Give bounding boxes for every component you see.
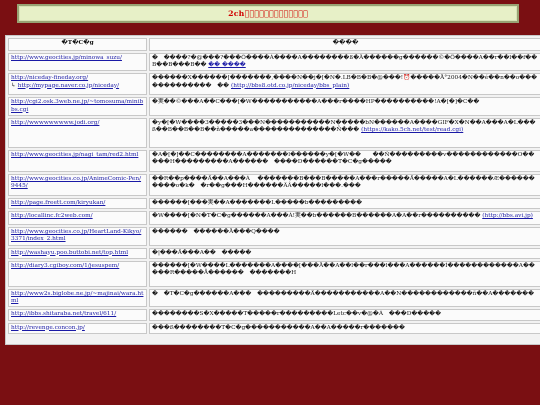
url-cell: http://diary3.cgiboy.com/1/jesuspem/ <box>8 260 147 287</box>
description-text: �A�[�]��C��������A�������l������y�[�W�� … <box>152 151 535 166</box>
url-cell: http://www.geocities.jp/minowa_suzu/ <box>8 53 147 72</box>
url-cell: http://ibbs.shitaraba.net/travel/611/ <box>8 309 147 321</box>
table-header-row: �T�C�g ���� <box>8 38 540 51</box>
description-cell: ������[�W����L�������A����[���Å��A��l��r… <box>149 260 540 287</box>
table-row: http://diary3.cgiboy.com/1/jesuspem/ ���… <box>8 260 540 287</box>
site-link[interactable]: http://www.geocities.jp/minowa_suzu/ <box>11 55 122 61</box>
table-row: http://www2s.biglobe.ne.jp/~majinai/wara… <box>8 288 540 308</box>
url-cell: http://washayu.poo.buttobi.net/top.html <box>8 247 147 259</box>
table-row: http://locallinc.fc2web.com/ �W����[�N�T… <box>8 211 540 226</box>
site-link[interactable]: http://page.freett.com/kiryukan/ <box>11 200 105 206</box>
table-row: http://cgi2.osk.3web.ne.jp/~tomosuma/min… <box>8 97 540 116</box>
description-text: ��������S�X�����T�����r���������Letc��v�… <box>152 311 442 318</box>
description-cell: ������ ������Å���Q���� <box>149 227 540 246</box>
url-cell: http://www2s.biglobe.ne.jp/~majinai/wara… <box>8 288 147 308</box>
table-row: http://washayu.poo.buttobi.net/top.html … <box>8 247 540 259</box>
url-cell: http://cgi2.osk.3web.ne.jp/~tomosuma/min… <box>8 97 147 116</box>
description-link[interactable]: �� ���� <box>208 62 246 68</box>
site-link[interactable]: http://revenge.concon.jp/ <box>11 325 85 331</box>
description-text: ���ß��������T�C�g�����������A��A�����r��… <box>152 324 405 331</box>
site-link[interactable]: http://www2s.biglobe.ne.jp/~majinai/wara… <box>11 291 143 304</box>
description-text: ������[���実��A�������L�����b��������� <box>152 199 363 206</box>
description-link[interactable]: (http://bbs8.otd.co.jp/niceday/bbs_plain… <box>231 83 349 89</box>
url-cell: http://page.freett.com/kiryukan/ <box>8 197 147 210</box>
description-cell: �|���Å���A�� ����� <box>149 247 540 259</box>
description-cell: �y�[�W����3�����3���N�����������N�����bN… <box>149 117 540 148</box>
column-header-description: ���� <box>149 38 540 51</box>
description-text: �実��©���A��C���[�W�����������A���r����HP… <box>152 99 480 106</box>
table-row: http://wwwwwwwww.jodi.org/ �y�[�W����3��… <box>8 117 540 148</box>
description-text: ������[�W����L�������A����[���Å��A��l��r… <box>152 262 535 277</box>
url-cell: http://www.geocities.jp/nagi_tam/red2.ht… <box>8 149 147 172</box>
description-cell: ��������S�X�����T�����r���������Letc��v�… <box>149 309 540 321</box>
url-cell: http://locallinc.fc2web.com/ <box>8 211 147 226</box>
table-row: http://www.geocities.co.jp/HeartLand-Kik… <box>8 227 540 246</box>
site-link[interactable]: http://cgi2.osk.3web.ne.jp/~tomosuma/min… <box>11 99 143 112</box>
site-link[interactable]: http://diary3.cgiboy.com/1/jesuspem/ <box>11 263 119 269</box>
table-row: http://ibbs.shitaraba.net/travel/611/ ��… <box>8 309 540 321</box>
table-row: http://www.geocities.jp/nagi_tam/red2.ht… <box>8 149 540 172</box>
description-link[interactable]: (http://bbs.avi.jp) <box>482 213 533 219</box>
description-cell: � ����?�@���?���Ô����À����A��������ß�Ä��… <box>149 53 540 72</box>
url-cell: http://revenge.concon.jp/ <box>8 322 147 334</box>
description-text: �|���Å���A�� ����� <box>152 249 252 256</box>
site-link[interactable]: http://wwwwwwwww.jodi.org/ <box>11 120 99 126</box>
table-row: http://www.geocities.jp/minowa_suzu/ � �… <box>8 53 540 72</box>
table-row: http://niceday-fineday.org/ ↳ http://myp… <box>8 73 540 96</box>
description-cell: �W����[�N�T�C�g������A���Á!実��b������B��… <box>149 211 540 226</box>
site-link[interactable]: http://locallinc.fc2web.com/ <box>11 213 93 219</box>
site-link[interactable]: http://www.geocities.co.jp/AnimeComic-Pe… <box>11 176 141 189</box>
description-cell: ������[���実��A�������L�����b��������� <box>149 197 540 210</box>
description-text: � �T�C�g������A��� ���������Å�����������… <box>152 290 535 297</box>
site-link-secondary[interactable]: http://mypage.naver.co.jp/niceday/ <box>18 83 119 89</box>
description-cell: ���ß��������T�C�g�����������A��A�����r��… <box>149 322 540 334</box>
url-cell: http://www.geocities.co.jp/AnimeComic-Pe… <box>8 173 147 196</box>
site-link[interactable]: http://www.geocities.jp/nagi_tam/red2.ht… <box>11 152 138 158</box>
site-link[interactable]: http://www.geocities.co.jp/HeartLand-Kik… <box>11 229 141 242</box>
description-cell: � �T�C�g������A��� ���������Å�����������… <box>149 288 540 308</box>
description-text: �W����[�N�T�C�g������A���Á!実��b������B��… <box>152 213 481 220</box>
page-background-footer <box>0 370 540 405</box>
description-text: �y�[�W����3�����3���N�����������N�����bN… <box>152 119 536 134</box>
table-row: http://www.geocities.co.jp/AnimeComic-Pe… <box>8 173 540 196</box>
return-arrow-icon: ↳ <box>11 82 16 89</box>
description-cell: �実��©���A��C���[�W�����������A���r����HP… <box>149 97 540 116</box>
sub-link-row: ↳ http://mypage.naver.co.jp/niceday/ <box>11 83 144 90</box>
table-row: http://revenge.concon.jp/ ���ß��������T�… <box>8 322 540 334</box>
links-table-container: �T�C�g ���� http://www.geocities.jp/mino… <box>5 35 540 345</box>
description-link[interactable]: (https://kako.5ch.net/test/read.cgi) <box>361 127 463 133</box>
description-cell: ��R��p����Å��A���Á �������B���B�����A���… <box>149 173 540 196</box>
page-header: 2ch              <box>17 4 519 23</box>
links-table: �T�C�g ���� http://www.geocities.jp/mino… <box>6 36 540 336</box>
url-cell: http://niceday-fineday.org/ ↳ http://myp… <box>8 73 147 96</box>
description-text: ��R��p����Å��A���Á �������B���B�����A���… <box>152 175 535 190</box>
column-header-site: �T�C�g <box>8 38 147 51</box>
site-link[interactable]: http://ibbs.shitaraba.net/travel/611/ <box>11 311 116 317</box>
site-link[interactable]: http://washayu.poo.buttobi.net/top.html <box>11 250 128 256</box>
description-cell: ������X������[�������‚����N��j�[�N�.LB�B… <box>149 73 540 96</box>
description-text: ������ ������Å���Q���� <box>152 229 280 236</box>
page-title: 2ch              <box>228 9 308 18</box>
url-cell: http://wwwwwwwww.jodi.org/ <box>8 117 147 148</box>
table-row: http://page.freett.com/kiryukan/ ������[… <box>8 197 540 210</box>
description-cell: �A�[�]��C��������A�������l������y�[�W�� … <box>149 149 540 172</box>
site-link[interactable]: http://niceday-fineday.org/ <box>11 75 144 82</box>
url-cell: http://www.geocities.co.jp/HeartLand-Kik… <box>8 227 147 246</box>
